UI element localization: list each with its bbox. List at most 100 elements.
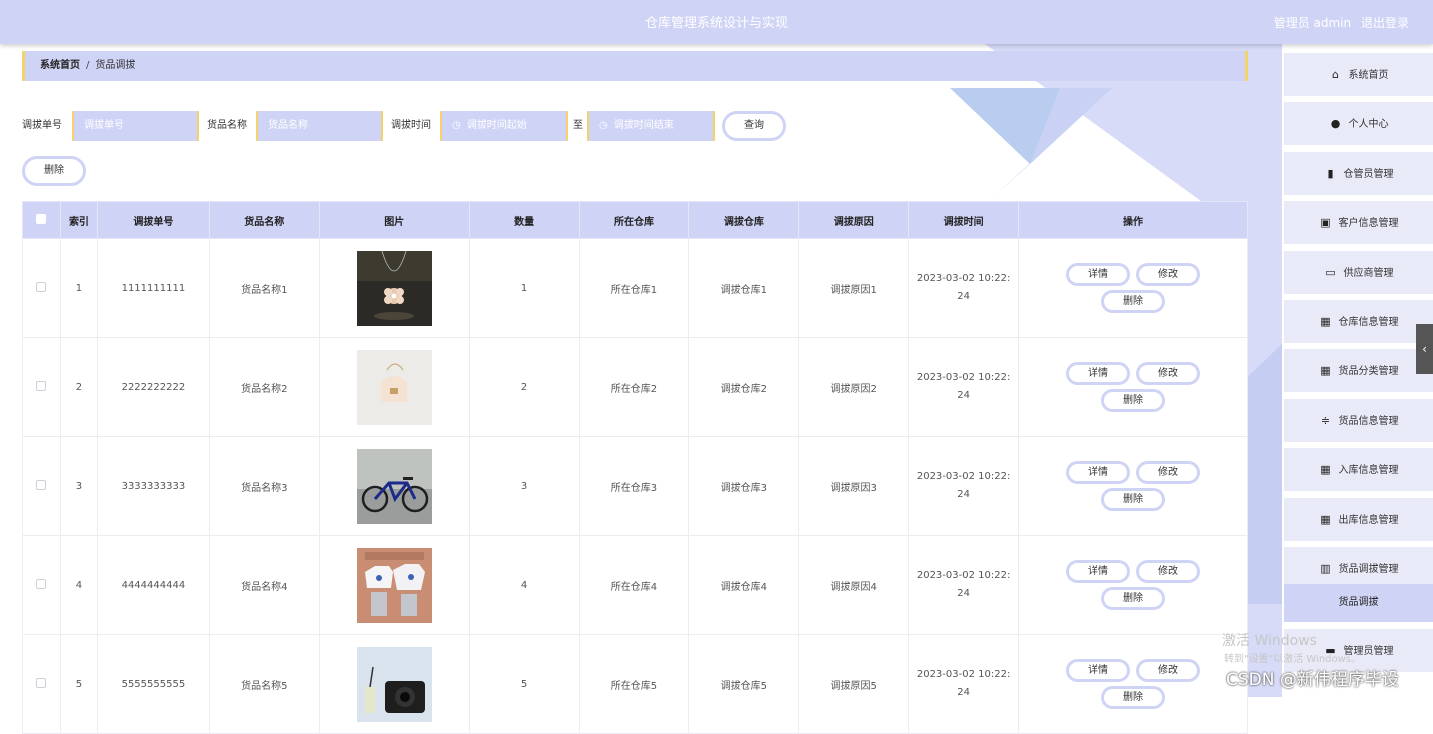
row-select-cell[interactable] [22, 535, 61, 635]
edit-button[interactable]: 修改 [1136, 560, 1201, 583]
cell-actions: 详情 修改 删除 [1018, 238, 1248, 338]
col-header: 货品名称 [208, 201, 320, 239]
sidebar-item-label: 入库信息管理 [1338, 465, 1399, 477]
sidebar-item[interactable]: ▦ 仓库信息管理 [1284, 300, 1433, 343]
row-checkbox[interactable] [36, 578, 47, 589]
edit-button[interactable]: 修改 [1136, 461, 1201, 484]
col-header: 索引 [59, 201, 98, 239]
detail-button[interactable]: 详情 [1066, 263, 1131, 286]
cell-transfer-no: 5555555555 [96, 634, 210, 734]
sidebar-item[interactable]: ▮ 仓管员管理 [1284, 151, 1433, 195]
select-all-cell[interactable] [22, 201, 61, 239]
table-row: 5 5555555555 货品名称5 5 所在仓库5 调拔仓库5 调拔原因5 2… [22, 634, 1248, 734]
csdn-watermark: CSDN @新伟程序毕设 [1226, 670, 1399, 690]
row-select-cell[interactable] [22, 634, 61, 734]
delete-button[interactable]: 删除 [1101, 488, 1166, 511]
sidebar-subitem-label: 货品调拔 [1338, 597, 1379, 608]
sidebar-item[interactable]: ● 个人中心 [1284, 102, 1433, 146]
cell-goods-name: 货品名称1 [208, 238, 320, 338]
col-header: 操作 [1018, 201, 1248, 239]
delete-button[interactable]: 删除 [1101, 290, 1166, 313]
activate-windows-sub: 转到"设置"以激活 Windows。 [1224, 654, 1362, 665]
app-title: 仓库管理系统设计与实现 [644, 16, 788, 31]
cell-actions: 详情 修改 删除 [1018, 337, 1248, 437]
grid-icon: ▦ [1320, 364, 1331, 378]
col-header: 图片 [318, 201, 470, 239]
collapse-sidebar-button[interactable]: ‹ [1416, 324, 1433, 374]
sidebar-item[interactable]: ⌂ 系统首页 [1284, 53, 1433, 96]
edit-button[interactable]: 修改 [1136, 362, 1201, 385]
row-select-cell[interactable] [22, 337, 61, 437]
transfer-no-label: 调拔单号 [22, 120, 62, 131]
edit-button[interactable]: 修改 [1136, 659, 1201, 682]
end-time-input[interactable]: ◷ 调拔时间结束 [587, 111, 715, 141]
cell-target-warehouse: 调拔仓库2 [688, 337, 800, 437]
top-header: 仓库管理系统设计与实现 管理员 admin 退出登录 [0, 0, 1433, 44]
cell-image [318, 535, 470, 635]
row-checkbox[interactable] [36, 281, 47, 292]
cell-reason: 调拔原因5 [798, 634, 910, 734]
cell-quantity: 3 [468, 436, 580, 536]
cell-index: 5 [59, 634, 98, 734]
sidebar-item[interactable]: ▦ 入库信息管理 [1284, 448, 1433, 492]
row-select-cell[interactable] [22, 238, 61, 338]
sidebar-item[interactable]: ▦ 出库信息管理 [1284, 497, 1433, 541]
transfer-time-label: 调拔时间 [391, 120, 431, 131]
sidebar-item[interactable]: ≑ 货品信息管理 [1284, 398, 1433, 442]
transfer-no-input[interactable]: 调拔单号 [72, 111, 199, 141]
query-button[interactable]: 查询 [722, 111, 786, 141]
cell-transfer-no: 2222222222 [96, 337, 210, 437]
goods-image [356, 547, 432, 623]
cell-reason: 调拔原因2 [798, 337, 910, 437]
goods-name-input[interactable]: 货品名称 [256, 111, 383, 141]
grid-icon: ▦ [1320, 315, 1331, 328]
breadcrumb-home[interactable]: 系统首页 [40, 60, 80, 71]
sidebar-subitem-transfer[interactable]: 货品调拔 [1284, 584, 1433, 622]
edit-button[interactable]: 修改 [1136, 263, 1201, 286]
row-checkbox[interactable] [36, 479, 47, 490]
cell-image [318, 634, 470, 734]
cell-target-warehouse: 调拔仓库3 [688, 436, 800, 536]
batch-delete-button[interactable]: 删除 [22, 156, 86, 186]
cell-quantity: 2 [468, 337, 580, 437]
transfer-no-placeholder: 调拔单号 [84, 120, 124, 131]
start-time-input[interactable]: ◷ 调拔时间起始 [440, 111, 568, 141]
sliders-icon: ≑ [1320, 413, 1331, 427]
cell-time: 2023-03-02 10:22: 24 [908, 634, 1020, 734]
sidebar-item[interactable]: ▭ 供应商管理 [1284, 250, 1433, 294]
detail-button[interactable]: 详情 [1066, 659, 1131, 682]
time-line-2: 24 [957, 291, 970, 302]
user-area: 管理员 admin 退出登录 [1268, 14, 1409, 31]
cell-warehouse: 所在仓库2 [578, 337, 690, 437]
detail-button[interactable]: 详情 [1066, 362, 1131, 385]
cell-time: 2023-03-02 10:22: 24 [908, 238, 1020, 338]
row-checkbox[interactable] [36, 380, 47, 391]
cell-transfer-no: 4444444444 [96, 535, 210, 635]
sidebar-item-label: 个人中心 [1348, 119, 1389, 131]
delete-button[interactable]: 删除 [1101, 389, 1166, 412]
logout-link[interactable]: 退出登录 [1361, 16, 1409, 30]
delete-button[interactable]: 删除 [1101, 587, 1166, 610]
row-checkbox[interactable] [36, 677, 47, 688]
cell-image [318, 337, 470, 437]
sidebar-item[interactable]: ▣ 客户信息管理 [1284, 201, 1433, 245]
cell-quantity: 5 [468, 634, 580, 734]
chevron-left-icon: ‹ [1422, 342, 1427, 356]
delete-button[interactable]: 删除 [1101, 686, 1166, 709]
time-line-2: 24 [957, 390, 970, 401]
sidebar-item-label: 系统首页 [1348, 70, 1389, 81]
cell-reason: 调拔原因4 [798, 535, 910, 635]
detail-button[interactable]: 详情 [1066, 461, 1131, 484]
cell-target-warehouse: 调拔仓库4 [688, 535, 800, 635]
select-all-checkbox[interactable] [36, 213, 47, 224]
cell-time: 2023-03-02 10:22: 24 [908, 535, 1020, 635]
home-icon: ⌂ [1332, 68, 1339, 81]
row-select-cell[interactable] [22, 436, 61, 536]
detail-button[interactable]: 详情 [1066, 560, 1131, 583]
sidebar-item[interactable]: ▦ 货品分类管理 [1284, 349, 1433, 393]
time-line-1: 2023-03-02 10:22: [916, 570, 1011, 581]
end-time-placeholder: 调拔时间结束 [613, 120, 674, 131]
cell-image [318, 238, 470, 338]
time-line-2: 24 [957, 687, 970, 698]
cell-warehouse: 所在仓库3 [578, 436, 690, 536]
